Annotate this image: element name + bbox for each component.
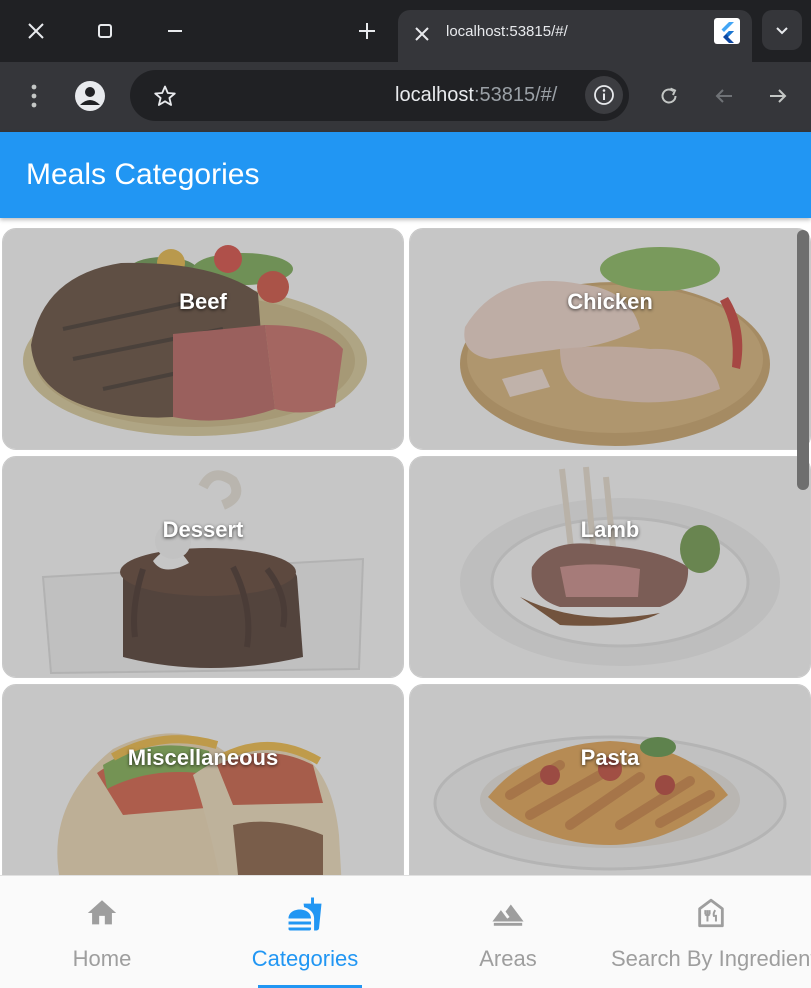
maximize-window-icon[interactable] bbox=[87, 13, 123, 49]
browser-tab-active[interactable]: localhost:53815/#/ bbox=[398, 10, 752, 62]
back-arrow-icon[interactable] bbox=[706, 78, 742, 114]
new-tab-icon[interactable] bbox=[349, 13, 385, 49]
nav-label: Areas bbox=[479, 946, 537, 971]
url-host: localhost bbox=[395, 84, 474, 106]
category-label: Pasta bbox=[580, 745, 640, 770]
flutter-favicon-icon bbox=[714, 18, 740, 44]
nav-item-home[interactable]: Home bbox=[2, 876, 202, 988]
category-tile-lamb[interactable]: Lamb bbox=[409, 456, 811, 678]
category-tile-pasta[interactable]: Pasta bbox=[409, 684, 811, 875]
nav-item-search-by-ingredient[interactable]: Search By Ingredient bbox=[611, 876, 811, 988]
close-window-icon[interactable] bbox=[18, 13, 54, 49]
restaurant-store-icon bbox=[611, 896, 811, 932]
category-label: Beef bbox=[179, 289, 227, 314]
address-bar[interactable]: localhost:53815/#/ bbox=[130, 70, 629, 121]
category-tile-dessert[interactable]: Dessert bbox=[2, 456, 404, 678]
landscape-icon bbox=[408, 896, 608, 932]
reload-icon[interactable] bbox=[651, 78, 687, 114]
url-path: :53815/#/ bbox=[473, 84, 558, 106]
chevron-down-icon bbox=[776, 27, 788, 35]
tab-title: localhost:53815/#/ bbox=[446, 23, 568, 40]
category-label: Dessert bbox=[162, 517, 244, 542]
app-bar: Meals Categories bbox=[0, 132, 811, 218]
browser-toolbar: localhost:53815/#/ bbox=[0, 62, 811, 132]
browser-menu-icon[interactable] bbox=[16, 78, 52, 114]
minimize-window-icon[interactable] bbox=[157, 13, 193, 49]
category-label: Miscellaneous bbox=[127, 745, 279, 770]
browser-tab-strip: localhost:53815/#/ bbox=[0, 0, 811, 62]
nav-label: Categories bbox=[251, 946, 359, 971]
tab-search-dropdown[interactable] bbox=[762, 10, 802, 50]
nav-item-areas[interactable]: Areas bbox=[408, 876, 608, 988]
tab-close-icon[interactable] bbox=[408, 20, 436, 48]
url-text: localhost:53815/#/ bbox=[395, 84, 557, 107]
category-tile-beef[interactable]: Beef bbox=[2, 228, 404, 450]
home-icon bbox=[2, 896, 202, 932]
profile-avatar-icon[interactable] bbox=[72, 78, 108, 114]
category-tile-chicken[interactable]: Chicken bbox=[409, 228, 811, 450]
category-label: Chicken bbox=[567, 289, 653, 314]
category-grid[interactable]: Beef Chicken Dessert Lamb Miscellaneous … bbox=[0, 218, 811, 875]
nav-item-categories[interactable]: Categories bbox=[205, 876, 405, 988]
bottom-navigation-bar: Home Categories Areas Search By Ingredie… bbox=[0, 875, 811, 988]
grid-scrollbar[interactable] bbox=[797, 230, 809, 490]
fastfood-icon bbox=[205, 896, 405, 932]
category-label: Lamb bbox=[580, 517, 640, 542]
forward-arrow-icon[interactable] bbox=[760, 78, 796, 114]
nav-label: Home bbox=[72, 946, 132, 971]
site-info-icon[interactable] bbox=[585, 76, 623, 114]
bookmark-star-icon[interactable] bbox=[147, 78, 183, 114]
category-tile-miscellaneous[interactable]: Miscellaneous bbox=[2, 684, 404, 875]
page-title: Meals Categories bbox=[26, 158, 260, 191]
nav-label: Search By Ingredient bbox=[611, 946, 811, 971]
